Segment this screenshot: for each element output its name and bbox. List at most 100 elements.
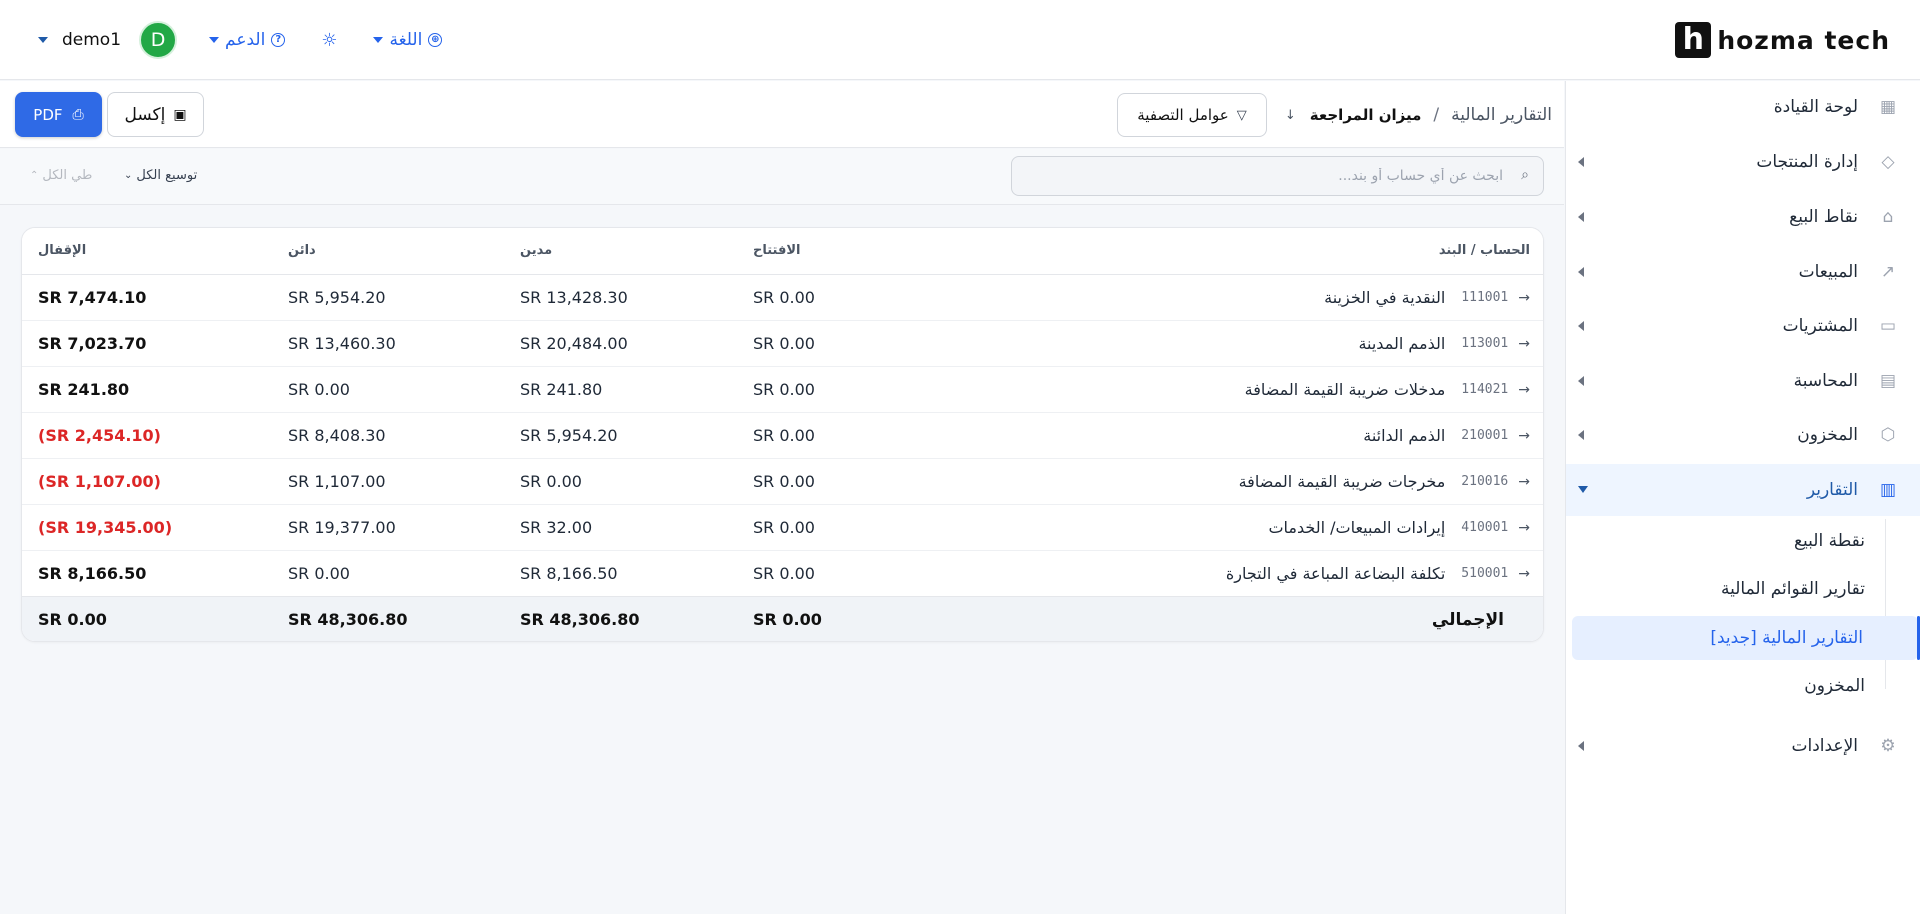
breadcrumb-root[interactable]: التقارير المالية [1451,105,1552,125]
table-row[interactable]: → 210016 مخرجات ضريبة القيمة المضافة SR 0.0… [22,459,1543,505]
drilldown-arrow-icon[interactable]: → [1518,382,1530,398]
account-name: تكلفة البضاعة المباعة في التجارة [1225,564,1446,583]
table-header: الحساب / البند الافتتاح مدين دائن الإقفا… [22,228,1543,275]
sidebar-subitem-pos-report[interactable]: نقطة البيع [1566,519,1920,563]
table-row[interactable]: → 114021 مدخلات ضريبة القيمة المضافة SR 0.0… [22,367,1543,413]
sidebar-item-inventory[interactable]: ⬡ المخزون [1566,409,1920,461]
expand-arrow-icon [1578,267,1584,277]
total-label: الإجمالي [1431,610,1504,630]
total-opening: SR 0.00 [753,610,822,629]
sidebar-item-products[interactable]: ◇ إدارة المنتجات [1566,136,1920,188]
excel-label: إكسل [124,104,166,125]
expand-arrow-icon [1578,741,1584,751]
globe-icon: ⊕ [428,33,443,47]
logo-mark: h [1675,22,1712,58]
support-label: الدعم [225,30,266,50]
sidebar-item-label: التقارير [1806,480,1858,500]
chevron-down-icon [209,37,220,43]
sidebar-subitem-inventory-report[interactable]: المخزون [1566,664,1920,708]
search-input[interactable] [1033,165,1503,187]
export-excel-button[interactable]: ▣ إكسل [107,92,204,137]
account-code: 510001 [1461,566,1509,581]
table-row[interactable]: → 210001 الذمم الدائنة SR 0.00 SR 5,954.20 SR… [22,413,1543,459]
table-row[interactable]: → 410001 إيرادات المبيعات/ الخدمات SR 0.00 S… [22,505,1543,551]
chevron-down-icon [373,37,384,43]
table-row[interactable]: → 510001 تكلفة البضاعة المباعة في التجارة S… [22,551,1543,597]
account-cell[interactable]: → 111001 النقدية في الخزينة [1324,288,1530,307]
account-code: 410001 [1461,520,1509,535]
total-debit: SR 48,306.80 [520,610,640,629]
drilldown-arrow-icon[interactable]: → [1518,336,1530,352]
sidebar-item-label: المخزون [1797,425,1858,445]
sidebar-item-accounting[interactable]: ▤ المحاسبة [1566,355,1920,407]
account-name: الذمم المدينة [1358,334,1446,353]
account-name: النقدية في الخزينة [1324,288,1446,307]
opening-cell: SR 0.00 [753,518,815,537]
sidebar-item-label: المشتريات [1782,316,1858,336]
filters-label: عوامل التصفية [1137,106,1229,124]
box-icon: ⬡ [1880,425,1896,445]
brand-logo[interactable]: h hozma tech [1675,21,1890,59]
drilldown-arrow-icon[interactable]: → [1518,566,1530,582]
sidebar-item-label: نقاط البيع [1789,207,1858,227]
expand-arrow-icon [1578,321,1584,331]
sidebar-item-sales[interactable]: ↗ المبيعات [1566,246,1920,298]
sidebar-subitem-label: نقطة البيع [1793,531,1865,551]
sidebar-item-reports[interactable]: ▥ التقارير [1566,464,1920,516]
expand-all-button[interactable]: توسيع الكل ⌄ [124,168,197,183]
account-cell[interactable]: → 510001 تكلفة البضاعة المباعة في التجارة [1226,564,1530,583]
sidebar-item-dashboard[interactable]: ▦ لوحة القيادة [1566,81,1920,133]
collapse-all-button[interactable]: طي الكل ⌃ [30,168,92,183]
account-cell[interactable]: → 210016 مخرجات ضريبة القيمة المضافة [1239,472,1530,491]
closing-cell: SR 241.80 [38,380,130,399]
total-row: الإجمالي SR 0.00 SR 48,306.80 SR 48,306.… [22,596,1543,641]
sidebar-subitem-financial-statements[interactable]: تقارير القوائم المالية [1566,567,1920,611]
column-closing: الإقفال [38,243,87,258]
dashboard-icon: ▦ [1879,97,1897,117]
avatar[interactable]: D [139,21,178,59]
chevron-down-icon[interactable]: ↓ [1285,108,1296,123]
account-code: 113001 [1461,336,1509,351]
support-menu[interactable]: الدعم ? [209,30,286,50]
drilldown-arrow-icon[interactable]: → [1518,290,1530,306]
account-cell[interactable]: → 114021 مدخلات ضريبة القيمة المضافة [1245,380,1530,399]
drilldown-arrow-icon[interactable]: → [1518,520,1530,536]
report-selector[interactable]: ميزان المراجعة [1310,106,1422,124]
expand-arrow-icon [1578,430,1584,440]
trial-balance-table: الحساب / البند الافتتاح مدين دائن الإقفا… [21,227,1544,642]
search-icon: ⌕ [1521,167,1529,183]
export-pdf-button[interactable]: PDF ⎙ [15,92,102,137]
user-menu-caret-icon[interactable] [38,37,48,43]
closing-cell: (SR 2,454.10) [38,426,161,445]
sidebar-subitem-financial-reports-new[interactable]: التقارير المالية [جديد] [1572,616,1918,660]
tag-icon: ◇ [1881,152,1895,172]
report-icon: ▥ [1879,480,1897,500]
wallet-icon: ▭ [1879,316,1897,336]
opening-cell: SR 0.00 [753,426,815,445]
expand-arrow-icon [1578,212,1584,222]
gear-icon: ⚙ [1880,736,1896,756]
account-cell[interactable]: → 113001 الذمم المدينة [1358,334,1530,353]
total-closing: SR 0.00 [38,610,107,629]
expand-arrow-icon [1578,157,1584,167]
theme-toggle-icon[interactable]: ☼ [321,30,337,51]
sidebar-item-settings[interactable]: ⚙ الإعدادات [1566,720,1920,772]
account-cell[interactable]: → 210001 الذمم الدائنة [1363,426,1530,445]
expand-arrow-icon [1578,376,1584,386]
account-cell[interactable]: → 410001 إيرادات المبيعات/ الخدمات [1268,518,1530,537]
pdf-label: PDF [33,105,63,124]
sidebar-item-purchases[interactable]: ▭ المشتريات [1566,300,1920,352]
language-menu[interactable]: اللغة ⊕ [373,30,443,50]
filters-button[interactable]: ▽ عوامل التصفية [1117,93,1267,137]
sidebar-item-pos[interactable]: ⌂ نقاط البيع [1566,191,1920,243]
username[interactable]: demo1 [62,30,121,50]
language-label: اللغة [389,30,423,50]
drilldown-arrow-icon[interactable]: → [1518,428,1530,444]
drilldown-arrow-icon[interactable]: → [1518,474,1530,490]
table-row[interactable]: → 113001 الذمم المدينة SR 0.00 SR 20,484.00 S… [22,321,1543,367]
search-box[interactable]: ⌕ [1011,156,1544,196]
debit-cell: SR 8,166.50 [520,564,618,583]
column-opening: الافتتاح [753,243,801,258]
closing-cell: (SR 1,107.00) [38,472,161,491]
table-row[interactable]: → 111001 النقدية في الخزينة SR 0.00 SR 13,42… [22,275,1543,321]
